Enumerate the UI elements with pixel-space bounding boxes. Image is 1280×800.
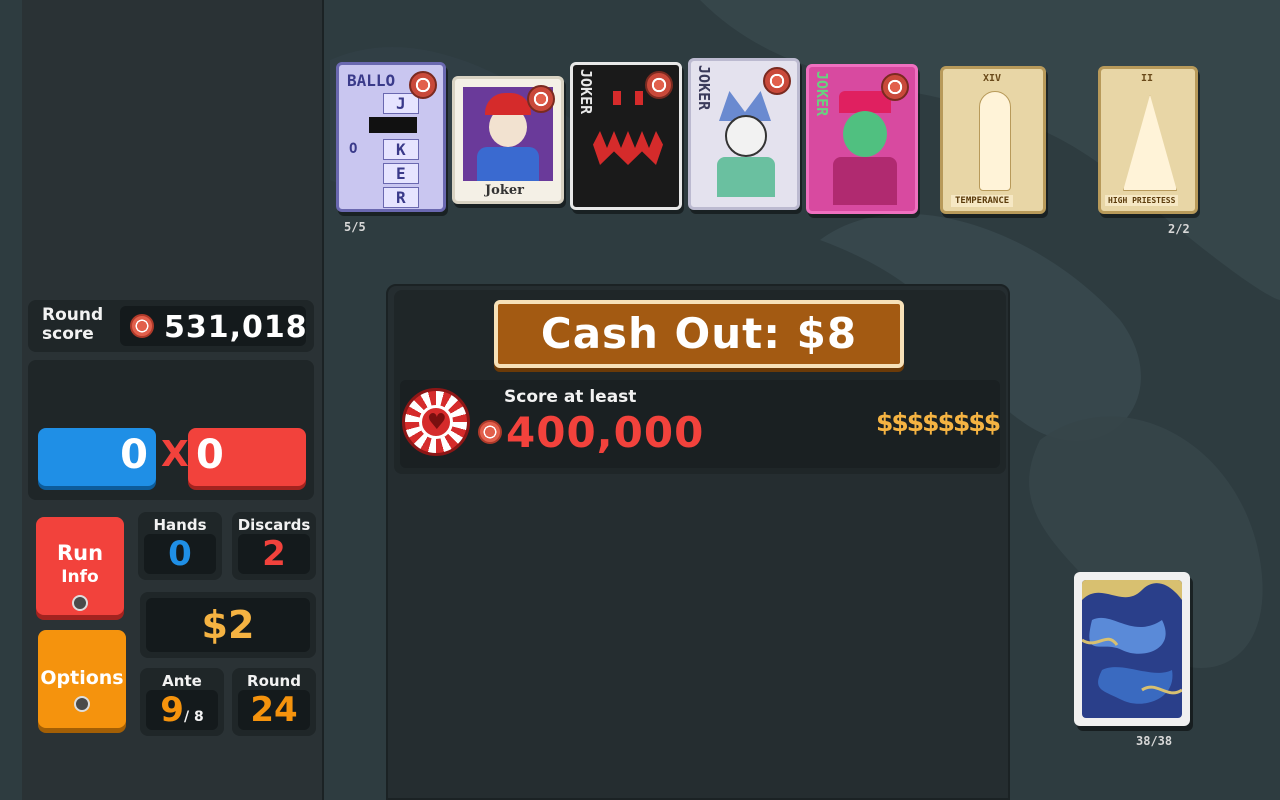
deck-back-art xyxy=(1082,580,1182,718)
run-info-button[interactable]: Run Info xyxy=(36,517,124,615)
options-button[interactable]: Options xyxy=(38,630,126,728)
round-score-label-line1: Round xyxy=(42,305,104,325)
mult-value: 0 xyxy=(196,432,224,478)
sad-clown-joker-text: JOKER xyxy=(813,71,831,117)
discards-box: 2 xyxy=(238,534,310,574)
round-score-label: Round score xyxy=(42,305,104,344)
ballot-letter-k: K xyxy=(383,139,419,160)
ante-label: Ante xyxy=(162,672,202,690)
round-score-panel: Round score 531,018 xyxy=(28,300,314,352)
high-priestess-caption: HIGH PRIESTESS xyxy=(1105,195,1179,206)
round-value: 24 xyxy=(250,690,298,730)
round-score-box: 531,018 xyxy=(120,306,308,346)
deck-count: 38/38 xyxy=(1136,734,1173,748)
round-score-label-line2: score xyxy=(42,324,94,344)
round-label: Round xyxy=(247,672,301,690)
high-priestess-numeral: II xyxy=(1141,73,1154,84)
ante-max: / 8 xyxy=(183,709,204,725)
stake-sticker-icon xyxy=(409,71,437,99)
joker-card-ballot[interactable]: BALLO J O K E R xyxy=(336,62,446,212)
hands-panel: Hands 0 xyxy=(138,512,222,580)
target-score-value: 400,000 xyxy=(506,408,705,457)
times-sign: X xyxy=(161,434,189,475)
joker-card-sad-clown[interactable]: JOKER xyxy=(806,64,918,214)
stake-sticker-icon xyxy=(763,67,791,95)
hand-score-panel: 0 X 0 xyxy=(28,360,314,500)
chips-value: 0 xyxy=(120,432,148,478)
round-score-value: 531,018 xyxy=(164,310,308,345)
discards-panel: Discards 2 xyxy=(232,512,316,580)
ballot-letter-e: E xyxy=(383,163,419,184)
money-value: $2 xyxy=(146,598,310,652)
chip-icon xyxy=(130,314,154,338)
discards-label: Discards xyxy=(237,516,311,534)
cash-out-button[interactable]: Cash Out: $8 xyxy=(494,300,904,368)
controller-button-icon xyxy=(72,595,88,611)
joker-card-classic[interactable]: JOKER xyxy=(688,58,800,210)
sidebar: Round score 531,018 0 X 0 Run Info Optio… xyxy=(22,0,324,800)
run-info-label: Run Info xyxy=(36,517,124,589)
deck-pile[interactable] xyxy=(1074,572,1190,726)
run-info-label-line2: Info xyxy=(61,567,99,587)
temperance-numeral: XIV xyxy=(983,73,1002,84)
round-panel: Round 24 xyxy=(232,668,316,736)
blind-chip-icon: ♥ xyxy=(402,388,470,456)
ballot-black-box xyxy=(369,117,417,133)
tarot-card-temperance[interactable]: XIV TEMPERANCE xyxy=(940,66,1046,214)
classic-joker-text: JOKER xyxy=(695,65,713,111)
ante-box: 9/ 8 xyxy=(146,690,218,730)
round-box: 24 xyxy=(238,690,310,730)
hands-value: 0 xyxy=(168,534,192,574)
controller-button-icon xyxy=(74,696,90,712)
ballot-letter-j: J xyxy=(383,93,419,114)
ballot-title: BALLO xyxy=(347,71,396,90)
tarot-card-high-priestess[interactable]: II HIGH PRIESTESS xyxy=(1098,66,1198,214)
discards-value: 2 xyxy=(262,534,286,574)
ballot-letter-o: O xyxy=(349,141,358,157)
reward-dollars: $$$$$$$$ xyxy=(876,408,1001,437)
consumable-count: 2/2 xyxy=(1168,222,1190,236)
score-requirement-label: Score at least xyxy=(504,387,637,407)
ballot-letter-r: R xyxy=(383,187,419,208)
mult-box: 0 xyxy=(188,428,306,486)
joker-card-scary[interactable]: JOKER xyxy=(570,62,682,210)
chip-icon xyxy=(478,420,502,444)
stake-sticker-icon xyxy=(645,71,673,99)
stake-sticker-icon xyxy=(527,85,555,113)
temperance-caption: TEMPERANCE xyxy=(951,195,1014,207)
scary-joker-text: JOKER xyxy=(577,69,595,115)
scary-mouth xyxy=(593,131,663,165)
ante-value: 9 xyxy=(160,690,184,730)
run-info-label-line1: Run xyxy=(56,541,104,565)
hands-box: 0 xyxy=(144,534,216,574)
joker-caption: Joker xyxy=(485,183,524,198)
options-label: Options xyxy=(40,667,124,689)
hands-label: Hands xyxy=(153,516,207,534)
chips-box: 0 xyxy=(38,428,156,486)
ante-panel: Ante 9/ 8 xyxy=(140,668,224,736)
joker-card-joker[interactable]: Joker xyxy=(452,76,564,204)
stake-sticker-icon xyxy=(881,73,909,101)
money-panel: $2 xyxy=(140,592,316,658)
joker-count: 5/5 xyxy=(344,220,366,234)
